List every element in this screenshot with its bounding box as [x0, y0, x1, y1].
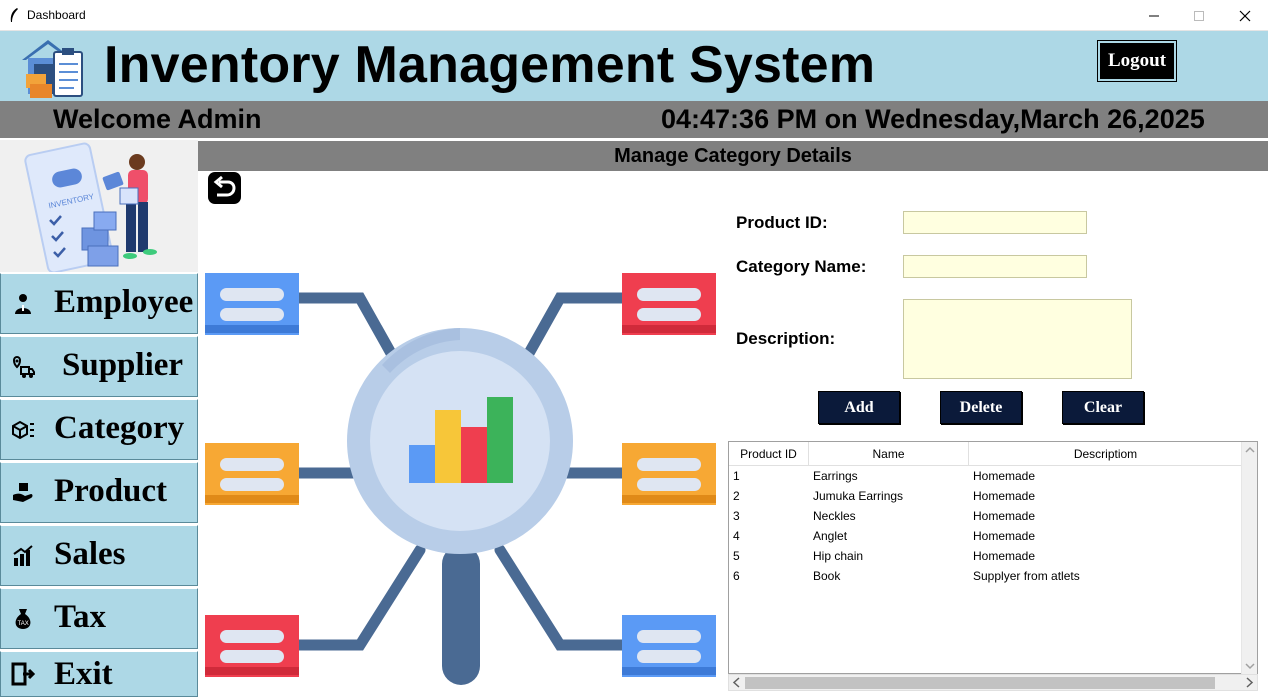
sidebar-item-label: Exit [54, 656, 113, 692]
sidebar-item-sales[interactable]: Sales [0, 525, 198, 586]
add-button[interactable]: Add [818, 391, 900, 424]
cell-product-id: 1 [733, 469, 740, 483]
sidebar-item-label: Product [54, 473, 168, 509]
cell-name: Earrings [813, 469, 858, 483]
close-icon [1239, 10, 1251, 21]
column-header-description[interactable]: Descriptiom [969, 442, 1242, 465]
welcome-text: Welcome Admin [53, 104, 262, 134]
column-header-product-id[interactable]: Product ID [729, 442, 809, 465]
app-title: Inventory Management System [104, 36, 876, 94]
sidebar-item-employee[interactable]: Employee [0, 273, 198, 334]
scroll-right-icon [1246, 677, 1254, 688]
category-icon [12, 420, 34, 440]
minimize-icon [1149, 15, 1159, 16]
cell-description: Homemade [973, 529, 1036, 543]
category-table[interactable]: Product ID Name Descriptiom 1 Earrings H… [728, 441, 1258, 674]
maximize-icon [1194, 10, 1204, 21]
sidebar-item-label: Tax [54, 599, 106, 635]
cell-description: Homemade [973, 549, 1036, 563]
scroll-left-icon [732, 677, 740, 688]
cell-description: Homemade [973, 489, 1036, 503]
vertical-scrollbar[interactable] [1241, 442, 1257, 674]
minimize-button[interactable] [1131, 0, 1177, 31]
product-icon [13, 483, 33, 502]
tax-icon: TAX [15, 609, 31, 629]
sidebar-item-exit[interactable]: Exit [0, 651, 198, 697]
table-header: Product ID Name Descriptiom [729, 442, 1242, 466]
back-button[interactable] [208, 172, 241, 204]
sidebar-item-tax[interactable]: TAX Tax [0, 588, 198, 649]
clear-button[interactable]: Clear [1062, 391, 1144, 424]
cell-product-id: 2 [733, 489, 740, 503]
sidebar-menu: Employee Supplier Category Product Sales… [0, 273, 198, 699]
sidebar-item-product[interactable]: Product [0, 462, 198, 523]
cell-description: Homemade [973, 509, 1036, 523]
sidebar-item-supplier[interactable]: Supplier [0, 336, 198, 397]
close-button[interactable] [1222, 0, 1268, 31]
table-row[interactable]: 1 Earrings Homemade [729, 466, 1242, 486]
sidebar-item-label: Sales [54, 536, 126, 572]
logout-button[interactable]: Logout [1097, 40, 1177, 82]
inventory-illustration: INVENTORY [0, 140, 198, 274]
cell-name: Anglet [813, 529, 848, 543]
cell-name: Jumuka Earrings [813, 489, 904, 503]
cell-name: Neckles [813, 509, 856, 523]
cell-name: Hip chain [813, 549, 864, 563]
sales-icon [13, 545, 33, 566]
back-arrow-icon [213, 175, 236, 197]
supplier-icon [13, 355, 35, 378]
category-name-field[interactable] [903, 255, 1087, 278]
card-blue-left [205, 273, 299, 335]
inventory-clipboard-icon: INVENTORY [24, 142, 157, 274]
analytics-illustration [205, 273, 716, 685]
scroll-arrows-icon [1245, 446, 1255, 670]
table-row[interactable]: 5 Hip chain Homemade [729, 546, 1242, 566]
horizontal-scroll-thumb[interactable] [745, 677, 1215, 689]
column-header-name[interactable]: Name [809, 442, 969, 465]
delete-button[interactable]: Delete [940, 391, 1022, 424]
product-id-label: Product ID: [736, 213, 828, 232]
maximize-button[interactable] [1176, 0, 1222, 31]
window-titlebar: Dashboard [0, 0, 1268, 31]
cell-name: Book [813, 569, 841, 583]
cell-product-id: 5 [733, 549, 740, 563]
sidebar-item-category[interactable]: Category [0, 399, 198, 460]
sidebar-item-label: Category [54, 410, 185, 446]
section-title: Manage Category Details [198, 141, 1268, 171]
employee-icon [15, 294, 31, 314]
sidebar-item-label: Employee [54, 284, 194, 320]
window-title: Dashboard [27, 8, 86, 22]
datetime-text: 04:47:36 PM on Wednesday,March 26,2025 [661, 104, 1205, 134]
sidebar-item-label: Supplier [62, 347, 184, 383]
status-bar: Welcome Admin 04:47:36 PM on Wednesday,M… [0, 101, 1268, 138]
exit-icon [11, 662, 35, 686]
cell-product-id: 4 [733, 529, 740, 543]
description-field[interactable] [903, 299, 1132, 379]
svg-text:TAX: TAX [18, 621, 29, 627]
table-row[interactable]: 6 Book Supplyer from atlets [729, 566, 1242, 586]
description-label: Description: [736, 329, 836, 348]
app-header: Inventory Management System Logout [0, 31, 1268, 101]
warehouse-logo-icon [22, 40, 83, 98]
feather-icon [10, 8, 18, 22]
cell-product-id: 3 [733, 509, 740, 523]
cell-description: Homemade [973, 469, 1036, 483]
horizontal-scrollbar[interactable] [728, 674, 1258, 691]
table-row[interactable]: 3 Neckles Homemade [729, 506, 1242, 526]
cell-product-id: 6 [733, 569, 740, 583]
table-row[interactable]: 2 Jumuka Earrings Homemade [729, 486, 1242, 506]
category-name-label: Category Name: [736, 257, 867, 276]
cell-description: Supplyer from atlets [973, 569, 1080, 583]
product-id-field[interactable] [903, 211, 1087, 234]
table-row[interactable]: 4 Anglet Homemade [729, 526, 1242, 546]
